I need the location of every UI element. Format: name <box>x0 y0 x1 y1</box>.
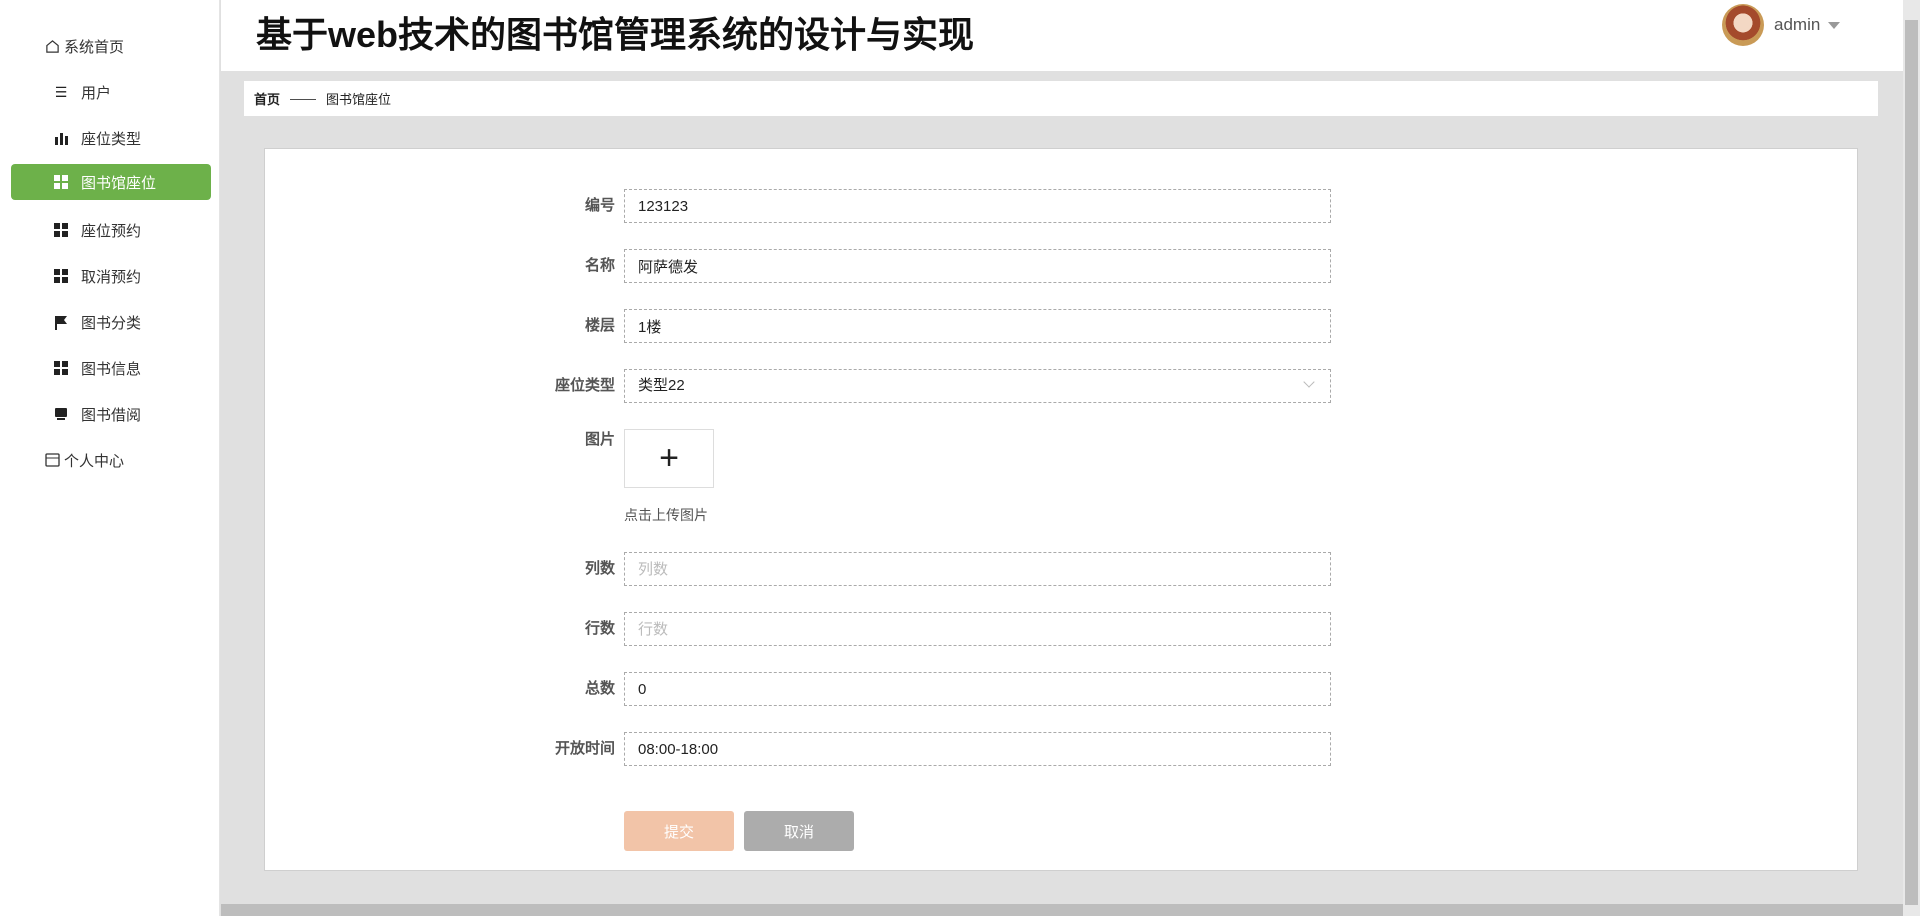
form-row-rows: 行数 <box>265 612 1857 646</box>
sidebar-item-label: 个人中心 <box>64 452 125 470</box>
grid-icon <box>53 174 69 190</box>
name-input[interactable] <box>624 249 1331 283</box>
seat-type-label: 座位类型 <box>554 377 615 394</box>
columns-label: 列数 <box>584 560 615 577</box>
seat-form: 编号 名称 楼层 座位类型 类型22 图片 + 点击上传图片 列数 行数 总数 … <box>264 148 1858 871</box>
vertical-scrollbar[interactable] <box>1903 0 1920 916</box>
form-row-open-time: 开放时间 <box>265 732 1857 766</box>
grid-icon <box>53 360 69 376</box>
bar-chart-icon <box>53 130 69 146</box>
number-label: 编号 <box>584 197 615 214</box>
rows-label: 行数 <box>584 620 615 637</box>
sidebar-item-label: 系统首页 <box>64 38 125 56</box>
upload-hint: 点击上传图片 <box>624 507 708 523</box>
flag-icon <box>53 314 69 330</box>
card-icon <box>44 452 60 468</box>
plus-icon: + <box>659 439 679 477</box>
horizontal-scrollbar[interactable] <box>221 904 1903 916</box>
cancel-button[interactable]: 取消 <box>744 811 854 851</box>
breadcrumb-current: 图书馆座位 <box>326 92 392 107</box>
grid-icon <box>53 268 69 284</box>
form-row-seat-type: 座位类型 类型22 <box>265 369 1857 403</box>
sidebar-item-label: 取消预约 <box>81 268 142 286</box>
rows-input[interactable] <box>624 612 1331 646</box>
total-label: 总数 <box>584 680 615 697</box>
form-row-image: 图片 <box>265 429 1857 463</box>
page-title: 基于web技术的图书馆管理系统的设计与实现 <box>256 14 975 55</box>
total-input[interactable] <box>624 672 1331 706</box>
breadcrumb: 首页 —— 图书馆座位 <box>244 81 1878 116</box>
caret-down-icon <box>1828 21 1841 29</box>
number-input[interactable] <box>624 189 1331 223</box>
columns-input[interactable] <box>624 552 1331 586</box>
sidebar-item-seat-reservation[interactable]: 座位预约 <box>11 212 211 248</box>
sidebar-item-users[interactable]: ☰ 用户 <box>11 74 211 110</box>
sidebar-item-label: 图书信息 <box>81 360 142 378</box>
grid-icon <box>53 222 69 238</box>
sidebar-item-label: 用户 <box>81 84 112 102</box>
scrollbar-thumb[interactable] <box>1905 20 1918 905</box>
sidebar-item-book-info[interactable]: 图书信息 <box>11 350 211 386</box>
floor-label: 楼层 <box>584 317 615 334</box>
sidebar: 系统首页 ☰ 用户 座位类型 图书馆座位 座位预约 取消预约 图书分类 图书信息… <box>0 0 220 916</box>
sidebar-item-label: 座位预约 <box>81 222 142 240</box>
submit-button[interactable]: 提交 <box>624 811 734 851</box>
sidebar-item-library-seat[interactable]: 图书馆座位 <box>11 164 211 200</box>
sidebar-item-book-borrow[interactable]: 图书借阅 <box>11 396 211 432</box>
breadcrumb-home[interactable]: 首页 <box>254 89 280 108</box>
avatar <box>1722 4 1764 46</box>
form-row-floor: 楼层 <box>265 309 1857 343</box>
header: 基于web技术的图书馆管理系统的设计与实现 admin <box>221 0 1903 71</box>
printer-icon <box>53 406 69 422</box>
sidebar-item-seat-type[interactable]: 座位类型 <box>11 120 211 156</box>
image-upload-button[interactable]: + <box>624 429 714 488</box>
floor-input[interactable] <box>624 309 1331 343</box>
open-time-label: 开放时间 <box>554 740 615 757</box>
sidebar-item-home[interactable]: 系统首页 <box>11 28 211 64</box>
sidebar-item-label: 图书馆座位 <box>81 174 157 192</box>
sidebar-item-label: 图书借阅 <box>81 406 142 424</box>
seat-type-select[interactable]: 类型22 <box>624 369 1331 403</box>
sidebar-item-label: 座位类型 <box>81 130 142 148</box>
form-row-total: 总数 <box>265 672 1857 706</box>
sidebar-item-cancel-reservation[interactable]: 取消预约 <box>11 258 211 294</box>
image-label: 图片 <box>584 431 615 448</box>
form-row-name: 名称 <box>265 249 1857 283</box>
form-row-columns: 列数 <box>265 552 1857 586</box>
list-icon: ☰ <box>54 83 68 100</box>
form-row-number: 编号 <box>265 189 1857 223</box>
breadcrumb-separator: —— <box>290 91 317 106</box>
name-label: 名称 <box>584 257 615 274</box>
home-icon <box>44 38 60 54</box>
sidebar-item-label: 图书分类 <box>81 314 142 332</box>
open-time-input[interactable] <box>624 732 1331 766</box>
sidebar-item-book-category[interactable]: 图书分类 <box>11 304 211 340</box>
username: admin <box>1774 15 1821 34</box>
user-menu[interactable]: admin <box>1722 4 1841 46</box>
sidebar-item-personal-center[interactable]: 个人中心 <box>11 442 211 478</box>
